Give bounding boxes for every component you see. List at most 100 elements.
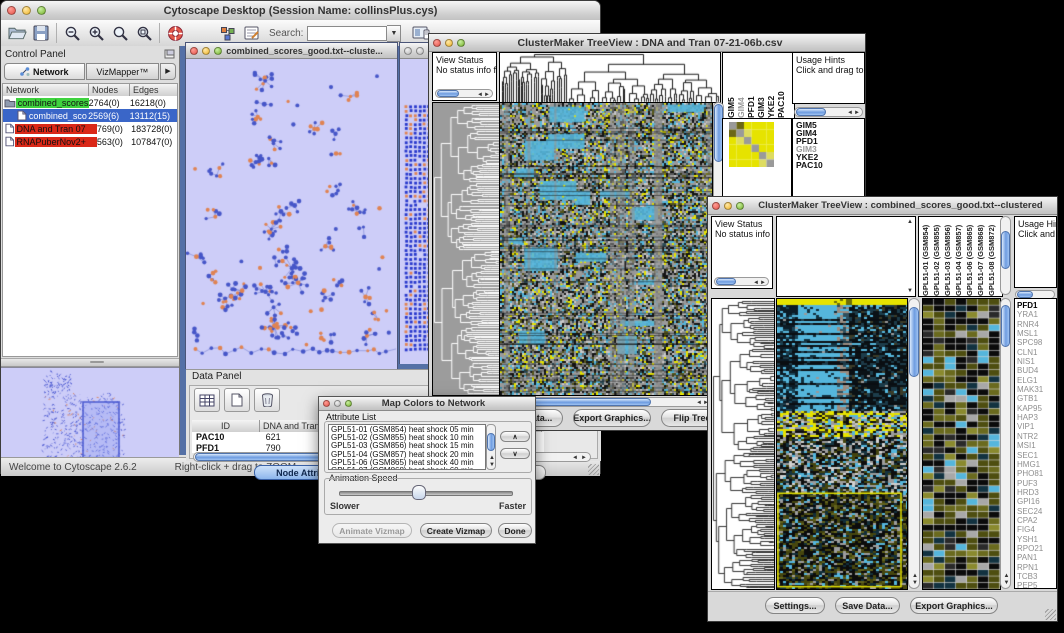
column-dendrogram-area[interactable]: ▲ ▼	[776, 216, 916, 297]
gene-label[interactable]: NTR2	[1017, 432, 1056, 441]
tab-overflow-icon[interactable]: ▶	[160, 63, 176, 80]
node-attributes-icon[interactable]	[215, 22, 239, 44]
column-label[interactable]: GPL51-01 (GSM854)	[921, 217, 932, 296]
close-icon[interactable]	[190, 47, 198, 55]
gene-label[interactable]: TCB3	[1017, 572, 1056, 581]
gene-label[interactable]: SEC24	[1017, 507, 1056, 516]
save-data-button[interactable]: Save Data...	[835, 597, 900, 614]
gene-label[interactable]: VIP1	[1017, 422, 1056, 431]
resize-grip[interactable]	[588, 464, 599, 475]
minimize-icon[interactable]	[202, 47, 210, 55]
scroll-right-icon[interactable]: ►	[760, 280, 766, 286]
zoom-window-icon[interactable]	[214, 47, 222, 55]
scroll-up-icon[interactable]: ▲	[912, 573, 918, 579]
column-label[interactable]: YKE2	[766, 53, 776, 118]
export-graphics-button[interactable]: Export Graphics...	[573, 409, 651, 427]
column-label[interactable]: GIM5	[726, 53, 736, 118]
column-label[interactable]: GPL51-02 (GSM855)	[932, 217, 943, 296]
move-down-button[interactable]: ∨	[500, 448, 530, 459]
annotation-icon[interactable]	[239, 22, 263, 44]
col-edges[interactable]: Edges	[130, 84, 177, 96]
scroll-up-icon[interactable]: ▲	[907, 219, 913, 225]
minimize-icon[interactable]	[334, 400, 341, 407]
detail-heatmap-canvas[interactable]	[729, 122, 774, 167]
scroll-down-icon[interactable]: ▼	[907, 288, 913, 294]
treeview1-title-bar[interactable]: ClusterMaker TreeView : DNA and Tran 07-…	[429, 34, 865, 52]
zoom-window-icon[interactable]	[37, 6, 46, 15]
done-button[interactable]: Done	[498, 523, 532, 538]
gene-label[interactable]: CLN1	[1017, 348, 1056, 357]
column-label[interactable]: GPL51-07 (GSM868)	[976, 217, 987, 296]
attribute-list-vscrollbar[interactable]: ▲ ▼	[486, 424, 496, 470]
heatmap-canvas[interactable]	[499, 102, 713, 396]
scroll-right-icon[interactable]: ►	[581, 455, 587, 461]
attribute-table-icon[interactable]	[194, 388, 220, 412]
network-row-rnapuber[interactable]: RNAPuberNov2+ 563(0) 107847(0)	[3, 135, 177, 148]
network-canvas[interactable]	[186, 59, 397, 369]
col-id[interactable]: ID	[192, 420, 260, 432]
attribute-item[interactable]: GPL51-07 (GSM868) heat shock 60 min	[331, 467, 485, 470]
dialog-title-bar[interactable]: Map Colors to Network	[319, 397, 535, 411]
minimize-icon[interactable]	[445, 39, 453, 47]
export-graphics-button[interactable]: Export Graphics...	[910, 597, 998, 614]
gene-label[interactable]: RNR4	[1017, 320, 1056, 329]
column-labels-vscrollbar[interactable]	[1000, 216, 1011, 295]
scroll-right-icon[interactable]: ►	[484, 92, 490, 98]
zoom-selected-icon[interactable]	[108, 22, 132, 44]
minimize-icon[interactable]	[724, 202, 732, 210]
close-icon[interactable]	[712, 202, 720, 210]
scroll-down-icon[interactable]: ▼	[912, 580, 918, 586]
gene-label[interactable]: GTB1	[1017, 394, 1056, 403]
network-row-combined-sco-selected[interactable]: combined_sco 2569(6) 13112(15)	[3, 109, 177, 122]
scroll-left-icon[interactable]: ◄	[572, 455, 578, 461]
scroll-down-icon[interactable]: ▼	[1004, 580, 1010, 586]
gene-label[interactable]: RPN1	[1017, 563, 1056, 572]
gene-label[interactable]: GPI16	[1017, 497, 1056, 506]
scroll-right-icon[interactable]: ►	[854, 110, 860, 116]
close-icon[interactable]	[433, 39, 441, 47]
scroll-left-icon[interactable]: ◄	[847, 110, 853, 116]
gene-label[interactable]: RPO21	[1017, 544, 1056, 553]
column-dendrogram-canvas[interactable]	[499, 52, 721, 103]
gene-label[interactable]: KAP95	[1017, 404, 1056, 413]
gene-label[interactable]: PAN1	[1017, 553, 1056, 562]
close-icon[interactable]	[323, 400, 330, 407]
gene-label[interactable]: SEC1	[1017, 451, 1056, 460]
main-title-bar[interactable]: Cytoscape Desktop (Session Name: collins…	[1, 1, 600, 21]
zoom-window-icon[interactable]	[457, 39, 465, 47]
attribute-listbox[interactable]: GPL51-01 (GSM854) heat shock 05 minGPL51…	[328, 424, 486, 470]
gene-label[interactable]: YRA1	[1017, 310, 1056, 319]
column-label[interactable]: GPL51-03 (GSM856)	[943, 217, 954, 296]
column-label[interactable]: PAC10	[776, 53, 786, 118]
tab-vizmapper[interactable]: VizMapper™	[86, 63, 159, 80]
gene-label[interactable]: ELG1	[1017, 376, 1056, 385]
gene-label[interactable]: MSL1	[1017, 329, 1056, 338]
col-network[interactable]: Network	[3, 84, 89, 96]
panel-splitter[interactable]	[1, 358, 179, 367]
create-vizmap-button[interactable]: Create Vizmap	[420, 523, 492, 538]
network-table-header[interactable]: Network Nodes Edges	[3, 84, 177, 96]
scroll-up-icon[interactable]: ▲	[489, 455, 495, 461]
zoom-out-icon[interactable]	[60, 22, 84, 44]
minimize-icon[interactable]	[22, 6, 31, 15]
view-status-hscrollbar[interactable]: ◄ ►	[435, 89, 493, 98]
scroll-left-icon[interactable]: ◄	[696, 400, 702, 406]
gene-label[interactable]: MAK31	[1017, 385, 1056, 394]
gene-label[interactable]: CPA2	[1017, 516, 1056, 525]
scroll-up-icon[interactable]: ▲	[1004, 573, 1010, 579]
zoom-window-icon[interactable]	[736, 202, 744, 210]
network-row-dna-tran[interactable]: DNA and Tran 07 769(0) 183728(0)	[3, 122, 177, 135]
treeview2-title-bar[interactable]: ClusterMaker TreeView : combined_scores_…	[708, 197, 1057, 215]
gene-label[interactable]: HMG1	[1017, 460, 1056, 469]
zoom-fit-icon[interactable]	[132, 22, 156, 44]
column-label[interactable]: GIM3	[756, 53, 766, 118]
view-status-hscrollbar[interactable]: ◄ ►	[714, 277, 769, 286]
open-session-icon[interactable]	[5, 22, 29, 44]
gene-label[interactable]: BUD4	[1017, 366, 1056, 375]
gene-label[interactable]: YSH1	[1017, 535, 1056, 544]
gene-label[interactable]: HRD3	[1017, 488, 1056, 497]
gene-label[interactable]: FIG4	[1017, 525, 1056, 534]
detail-vscrollbar[interactable]: ▲ ▼	[1000, 298, 1011, 589]
usage-hints-hscrollbar[interactable]: ◄ ►	[794, 107, 863, 117]
tab-network[interactable]: Network	[4, 63, 85, 80]
